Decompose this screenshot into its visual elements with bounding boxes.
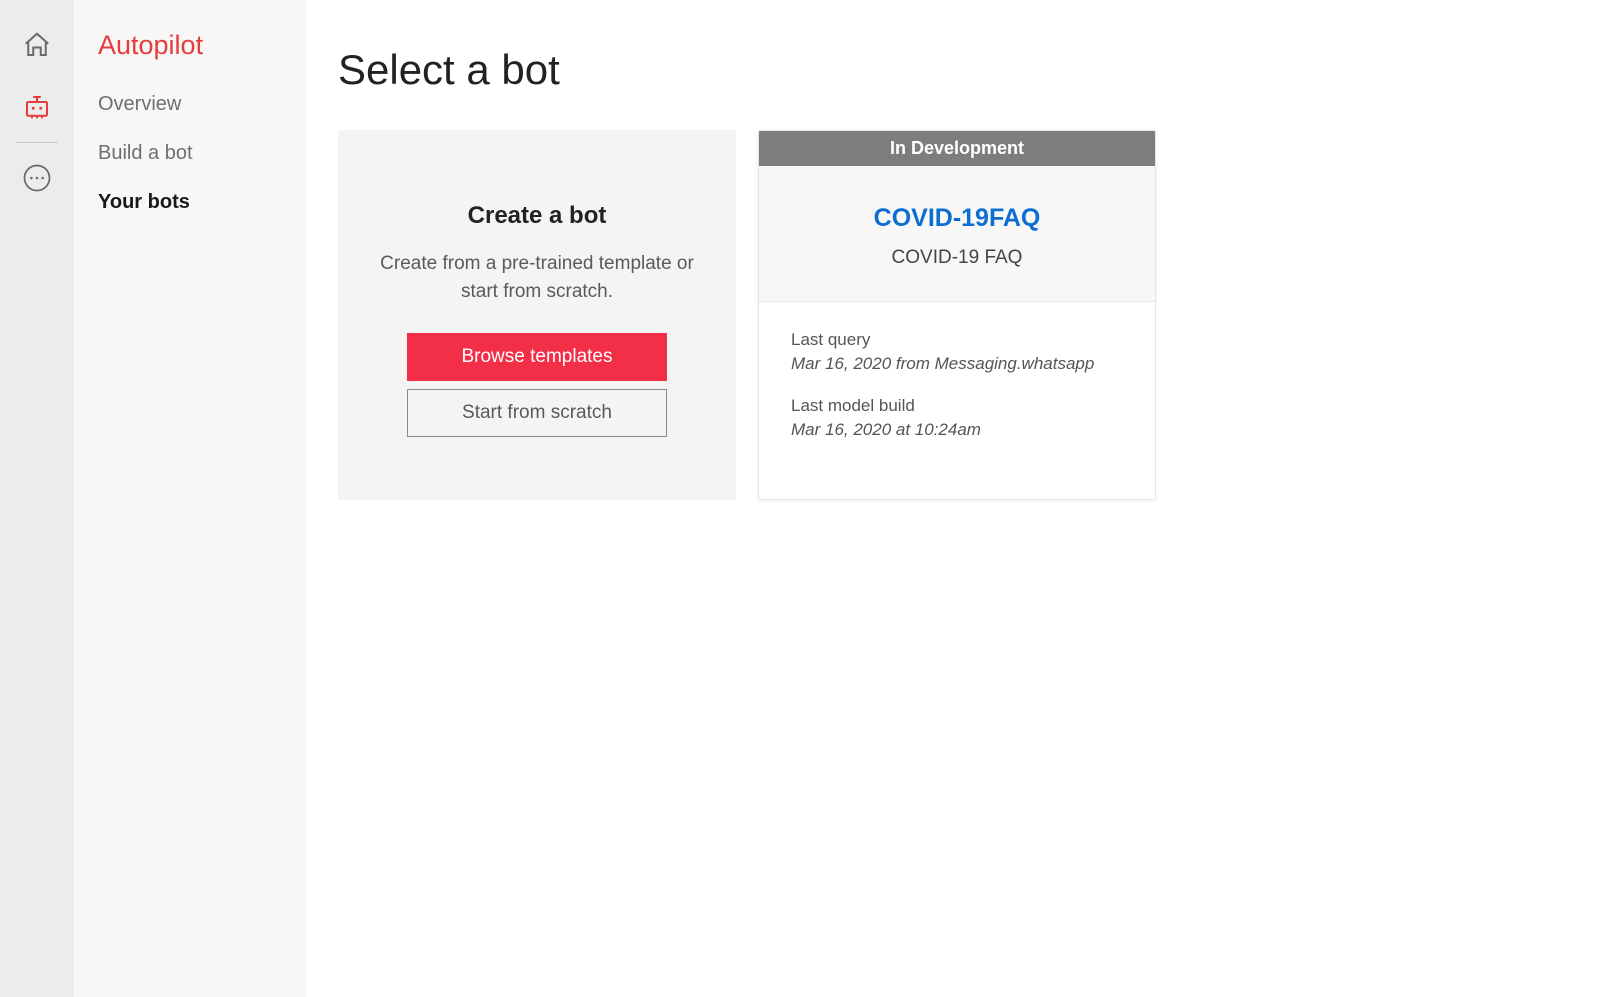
last-build-label: Last model build [791,396,1123,416]
create-card-subtitle: Create from a pre-trained template or st… [372,250,702,305]
start-from-scratch-button[interactable]: Start from scratch [407,389,667,437]
side-nav: Autopilot Overview Build a bot Your bots [74,0,306,997]
bot-card-body: Last query Mar 16, 2020 from Messaging.w… [759,302,1155,499]
rail-divider [16,142,58,143]
last-build-value: Mar 16, 2020 at 10:24am [791,420,1123,440]
last-query-label: Last query [791,330,1123,350]
rail-item-home[interactable] [0,14,74,76]
create-card-title: Create a bot [468,202,607,230]
bot-name-link[interactable]: COVID-19FAQ [769,204,1145,233]
bot-card: In Development COVID-19FAQ COVID-19 FAQ … [758,130,1156,500]
robot-icon [22,92,52,122]
rail-item-autopilot[interactable] [0,76,74,138]
create-bot-card: Create a bot Create from a pre-trained t… [338,130,736,500]
browse-templates-button[interactable]: Browse templates [407,333,667,381]
bot-description: COVID-19 FAQ [769,247,1145,269]
bot-card-header: COVID-19FAQ COVID-19 FAQ [759,166,1155,302]
more-icon [22,163,52,193]
last-query-value: Mar 16, 2020 from Messaging.whatsapp [791,354,1123,374]
main-content: Select a bot Create a bot Create from a … [306,0,1600,997]
sidebar-section-title: Autopilot [98,30,282,61]
home-icon [22,30,52,60]
sidebar-item-your-bots[interactable]: Your bots [98,191,282,214]
sidebar-item-overview[interactable]: Overview [98,93,282,116]
cards-row: Create a bot Create from a pre-trained t… [338,130,1568,500]
bot-status-badge: In Development [759,131,1155,166]
page-title: Select a bot [338,46,1568,94]
rail-item-more[interactable] [0,147,74,209]
sidebar-item-build-a-bot[interactable]: Build a bot [98,142,282,165]
icon-rail [0,0,74,997]
